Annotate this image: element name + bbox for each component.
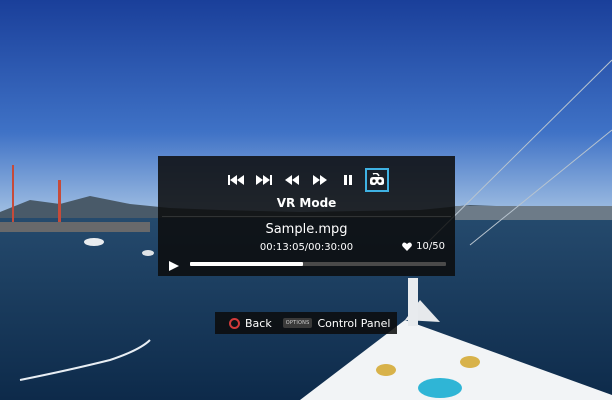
- vr-mode-label: VR Mode: [276, 196, 337, 210]
- player-control-panel: VR Mode Sample.mpg 00:13:05/00:30:00 10/…: [158, 156, 455, 276]
- file-name: Sample.mpg: [265, 222, 348, 237]
- back-hint[interactable]: Back: [245, 317, 272, 330]
- rewind-button[interactable]: [281, 169, 304, 191]
- control-panel-hint[interactable]: Control Panel: [317, 317, 390, 330]
- play-icon: [169, 261, 179, 271]
- skip-previous-button[interactable]: [225, 169, 248, 191]
- skip-next-icon: [256, 175, 272, 185]
- options-button-icon: OPTIONS: [282, 318, 313, 328]
- button-hint-bar: Back OPTIONS Control Panel: [215, 312, 397, 334]
- fast-forward-icon: [313, 175, 327, 185]
- pause-button[interactable]: [337, 169, 360, 191]
- seek-bar-progress: [190, 262, 303, 266]
- circle-button-icon: [229, 317, 240, 329]
- skip-previous-icon: [228, 175, 244, 185]
- transport-controls: [158, 168, 455, 192]
- like-count: 10/50: [416, 241, 445, 252]
- seek-bar[interactable]: [190, 262, 446, 266]
- play-button[interactable]: [168, 257, 182, 271]
- vr-mode-button[interactable]: [364, 168, 389, 192]
- fast-forward-button[interactable]: [309, 169, 332, 191]
- like-counter: 10/50: [402, 241, 445, 252]
- heart-icon: [402, 242, 413, 251]
- rewind-icon: [285, 175, 299, 185]
- panel-divider: [162, 216, 451, 217]
- vr-headset-icon: [369, 173, 384, 185]
- pause-icon: [344, 175, 352, 185]
- skip-next-button[interactable]: [253, 169, 276, 191]
